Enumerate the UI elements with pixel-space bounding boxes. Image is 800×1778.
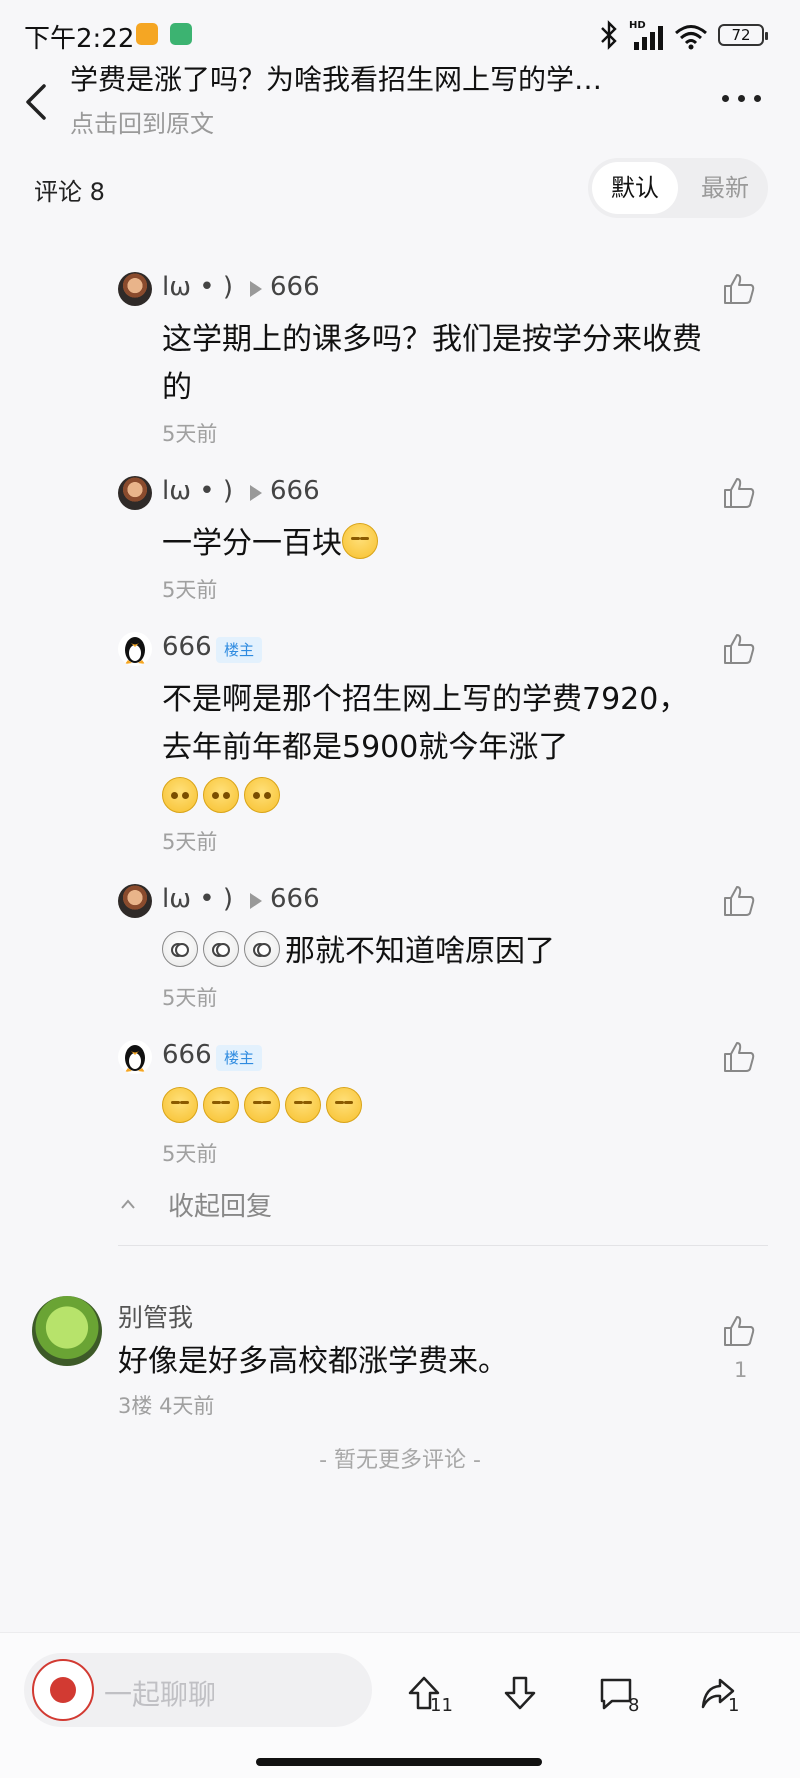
emoji-row <box>162 774 702 822</box>
reply-author[interactable]: 666 <box>162 1040 212 1070</box>
reply-time: 5天前 <box>162 830 218 854</box>
reply-to-arrow-icon <box>250 281 262 297</box>
back-arrow-icon[interactable] <box>18 80 58 124</box>
reply-text-row: 那就不知道啥原因了 <box>162 928 702 976</box>
user-avatar[interactable] <box>32 1659 94 1721</box>
reply-target[interactable]: 666 <box>270 272 320 302</box>
comment-input[interactable]: 一起聊聊 <box>24 1653 372 1727</box>
more-options-icon[interactable] <box>722 92 764 104</box>
comments-count: 评论 8 <box>34 178 105 206</box>
bluetooth-icon <box>601 20 617 50</box>
avatar[interactable] <box>118 272 152 306</box>
like-count: 1 <box>734 1358 748 1382</box>
reply-text: 这学期上的课多吗？我们是按学分来收费的 <box>162 322 702 405</box>
sort-toggle: 默认 最新 <box>588 158 768 218</box>
comment-placeholder: 一起聊聊 <box>104 1678 217 1711</box>
comment-meta: 3楼 4天前 <box>118 1390 214 1420</box>
shocked-emoji-icon <box>162 931 198 967</box>
thumbs-up-icon[interactable] <box>722 632 756 666</box>
floor-number: 3楼 <box>118 1394 153 1418</box>
signal-icon <box>634 26 663 50</box>
app-notification-icon <box>170 23 192 45</box>
no-more-comments: - 暂无更多评论 - <box>319 1448 481 1473</box>
reply-to-arrow-icon <box>250 485 262 501</box>
status-time: 下午2:22 <box>24 24 135 54</box>
smug-emoji-icon <box>342 523 378 559</box>
thumbs-up-icon[interactable] <box>722 1040 756 1074</box>
comment-author[interactable]: 别管我 <box>118 1298 193 1334</box>
reply-target[interactable]: 666 <box>270 476 320 506</box>
divider <box>118 1245 768 1246</box>
penguin-avatar-icon[interactable] <box>118 1040 152 1074</box>
thumbs-up-icon[interactable] <box>722 476 756 510</box>
reply-text: 那就不知道啥原因了 <box>285 934 555 969</box>
reply-author[interactable]: 666 <box>162 632 212 662</box>
grimace-emoji-icon <box>203 777 239 813</box>
avatar[interactable] <box>32 1296 102 1366</box>
emoji-row <box>162 1084 702 1132</box>
reply-time: 5天前 <box>162 422 218 446</box>
downvote-icon[interactable] <box>502 1675 538 1711</box>
smug-emoji-icon <box>326 1087 362 1123</box>
sort-latest-tab[interactable]: 最新 <box>686 162 764 214</box>
smug-emoji-icon <box>203 1087 239 1123</box>
comment-time: 4天前 <box>159 1394 215 1418</box>
reply-time: 5天前 <box>162 986 218 1010</box>
grimace-emoji-icon <box>162 777 198 813</box>
reply-author[interactable]: lω • ) <box>162 272 233 302</box>
reply-to-arrow-icon <box>250 893 262 909</box>
chevron-up-icon[interactable] <box>120 1196 136 1212</box>
back-to-post-link[interactable]: 点击回到原文 <box>70 104 214 139</box>
reply-time: 5天前 <box>162 578 218 602</box>
post-title[interactable]: 学费是涨了吗？为啥我看招生网上写的学… <box>70 58 602 98</box>
home-indicator[interactable] <box>256 1758 542 1766</box>
reply-author[interactable]: lω • ) <box>162 476 233 506</box>
wifi-icon <box>675 25 707 50</box>
share-count: 1 <box>728 1695 740 1716</box>
battery-icon: 72 <box>718 24 768 46</box>
shocked-emoji-icon <box>244 931 280 967</box>
sort-default-tab[interactable]: 默认 <box>592 162 678 214</box>
comment-text: 好像是好多高校都涨学费来。 <box>118 1344 508 1379</box>
reply-author[interactable]: lω • ) <box>162 884 233 914</box>
smug-emoji-icon <box>162 1087 198 1123</box>
avatar[interactable] <box>118 476 152 510</box>
comment-count: 8 <box>628 1695 640 1716</box>
reply-text: 不是啊是那个招生网上写的学费7920，去年前年都是5900就今年涨了 <box>162 682 689 765</box>
bottom-bar: 一起聊聊 11 8 1 <box>0 1632 800 1778</box>
reply-text-row: 一学分一百块 <box>162 520 702 568</box>
reply-text: 一学分一百块 <box>162 526 342 561</box>
thumbs-up-icon[interactable] <box>722 884 756 918</box>
smug-emoji-icon <box>285 1087 321 1123</box>
op-badge: 楼主 <box>216 1045 263 1071</box>
grimace-emoji-icon <box>244 777 280 813</box>
reply-target[interactable]: 666 <box>270 884 320 914</box>
reply-time: 5天前 <box>162 1142 218 1166</box>
upvote-count: 11 <box>430 1695 453 1716</box>
penguin-avatar-icon[interactable] <box>118 632 152 666</box>
collapse-replies-button[interactable]: 收起回复 <box>168 1186 272 1223</box>
shocked-emoji-icon <box>203 931 239 967</box>
thumbs-up-icon[interactable] <box>722 272 756 306</box>
thumbs-up-icon[interactable] <box>722 1314 756 1348</box>
app-notification-icon <box>136 23 158 45</box>
op-badge: 楼主 <box>216 637 263 663</box>
smug-emoji-icon <box>244 1087 280 1123</box>
avatar[interactable] <box>118 884 152 918</box>
